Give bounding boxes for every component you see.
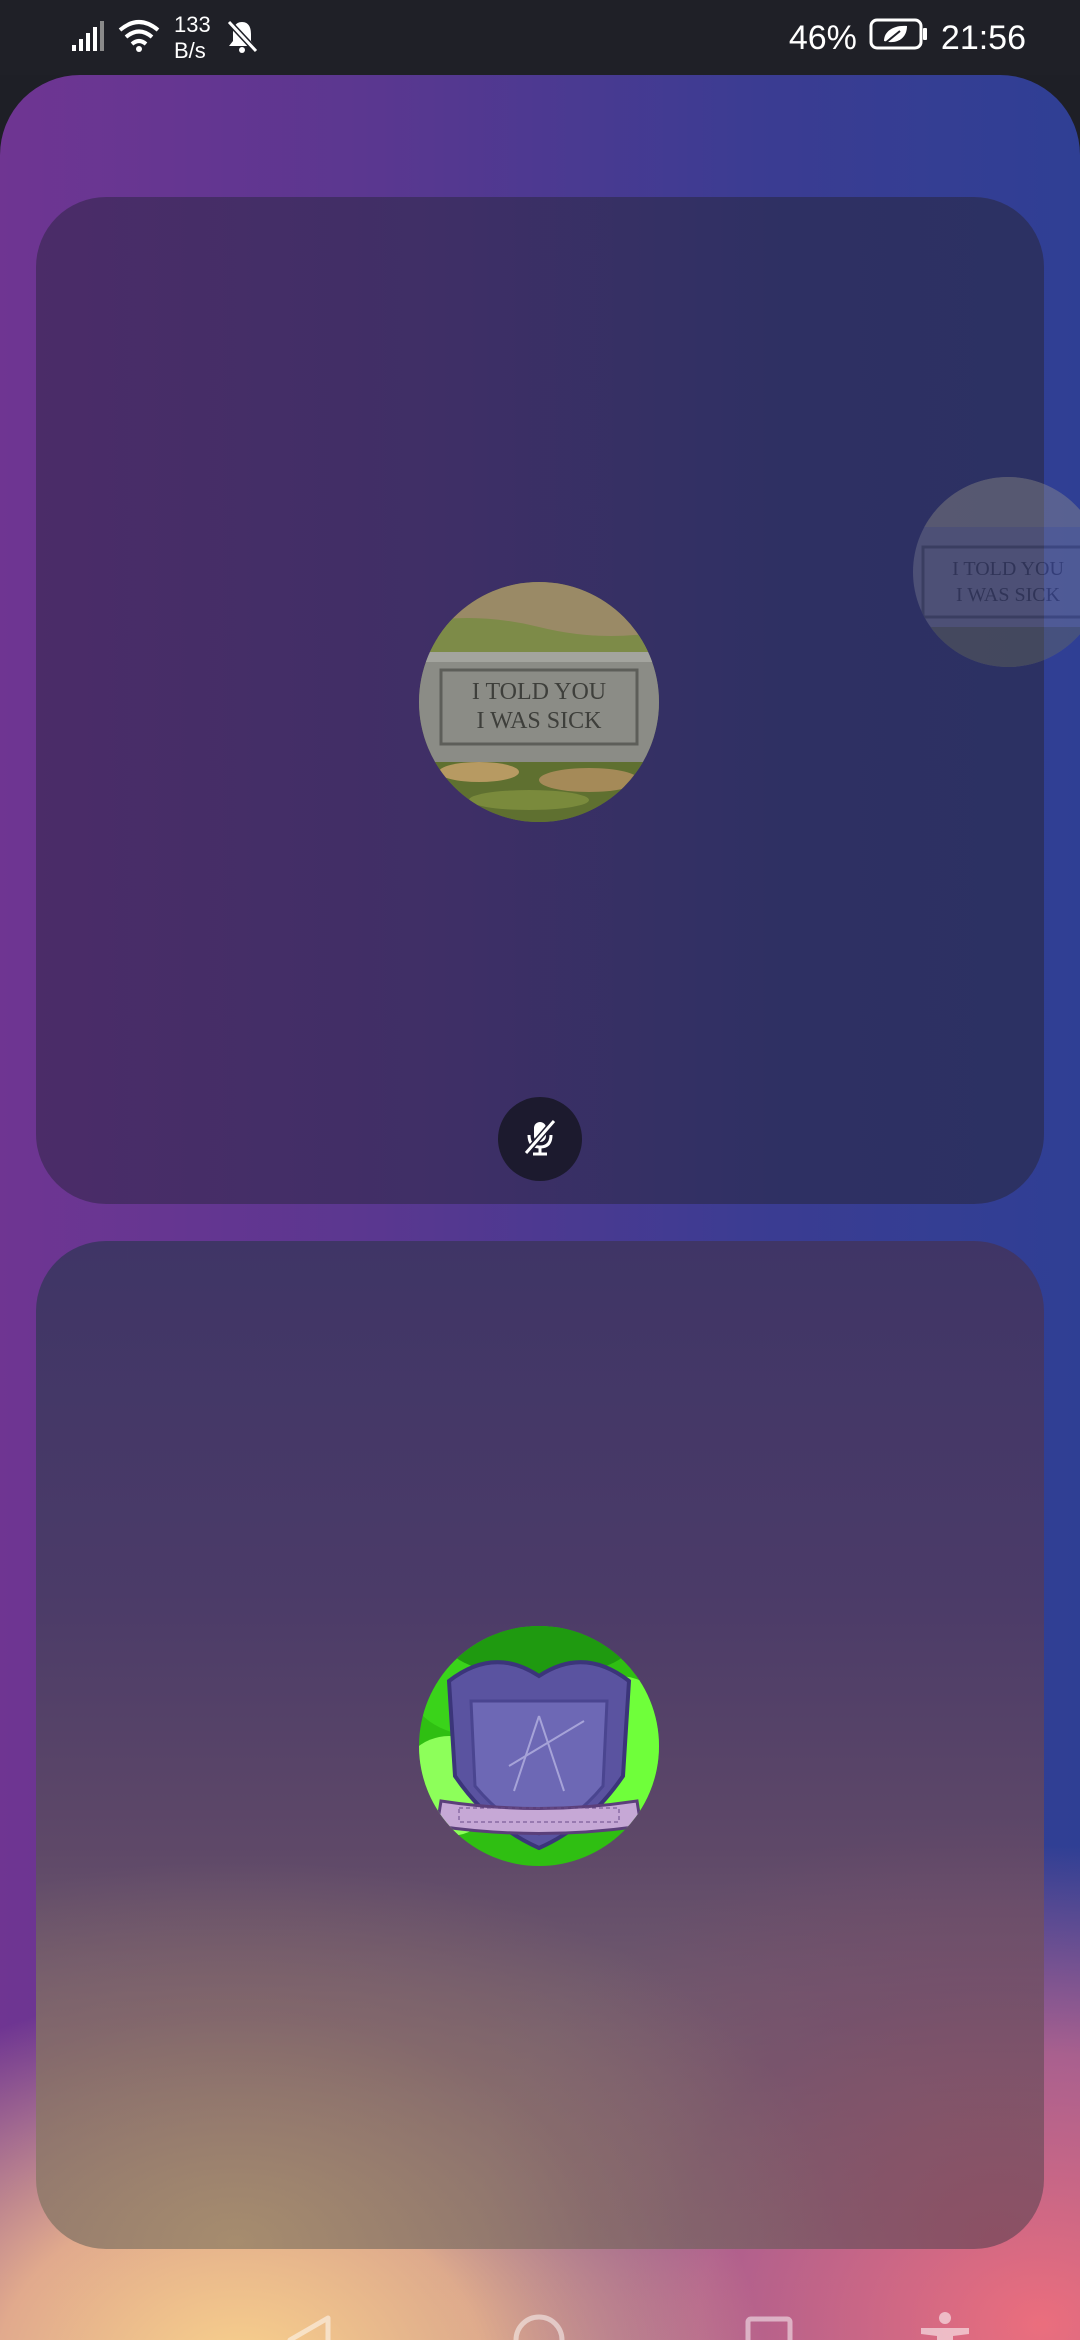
back-icon (283, 2312, 335, 2340)
wifi-icon (118, 18, 160, 59)
screen: 133 B/s 46% 21:56 I TOLD YOU I WAS SICK … (0, 0, 1080, 2340)
participant-avatar-top[interactable]: I TOLD YOU I WAS SICK (419, 582, 659, 822)
nav-back-button[interactable] (264, 2297, 354, 2340)
participant-avatar-bottom[interactable] (419, 1626, 659, 1866)
nav-accessibility-button[interactable] (900, 2297, 990, 2340)
battery-saver-icon (869, 17, 929, 60)
pip-text-line2: I WAS SICK (956, 584, 1061, 606)
nav-home-button[interactable] (494, 2297, 584, 2340)
pip-text-line1: I TOLD YOU (952, 558, 1064, 580)
status-bar: 133 B/s 46% 21:56 (0, 0, 1080, 75)
mute-indicator (498, 1097, 582, 1181)
network-speed: 133 B/s (174, 12, 211, 64)
signal-icon (70, 19, 104, 58)
avatar-text-line2: I WAS SICK (477, 708, 603, 734)
home-icon (511, 2312, 567, 2340)
network-speed-value: 133 (174, 12, 211, 37)
call-background: I TOLD YOU I WAS SICK I TOLD YOU I WAS S… (0, 75, 1080, 2340)
microphone-off-icon (520, 1117, 560, 1162)
notifications-off-icon (225, 18, 259, 59)
navigation-bar (0, 2275, 1080, 2340)
status-bar-right: 46% 21:56 (789, 10, 1026, 66)
accessibility-icon (917, 2310, 973, 2340)
clock-time: 21:56 (940, 18, 1026, 57)
participant-tile-top[interactable]: I TOLD YOU I WAS SICK (36, 197, 1044, 1204)
status-bar-left: 133 B/s (70, 10, 259, 66)
nav-recents-button[interactable] (724, 2297, 814, 2340)
participant-tile-bottom[interactable] (36, 1241, 1044, 2249)
network-speed-unit: B/s (174, 38, 206, 63)
battery-percent: 46% (788, 18, 857, 57)
recents-icon (743, 2314, 795, 2340)
shield-crest-icon (419, 1626, 659, 1866)
avatar-text-line1: I TOLD YOU (472, 679, 606, 705)
